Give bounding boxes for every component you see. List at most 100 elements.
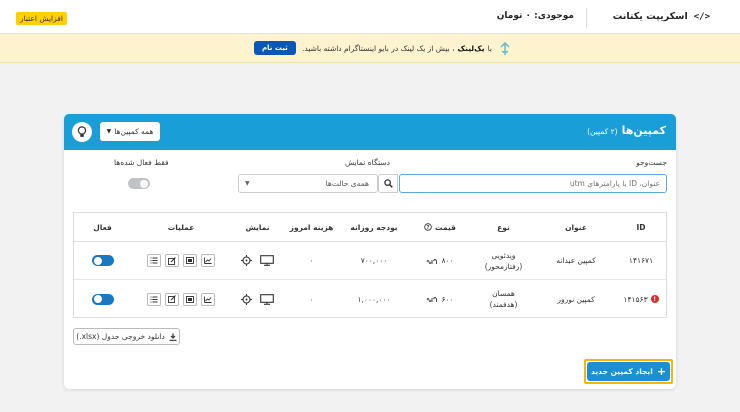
row-display	[231, 280, 284, 318]
row-title[interactable]: کمپین عیدانه	[536, 242, 616, 279]
brand-label: اسکریپت یکتانت	[612, 11, 688, 22]
toman-icon	[427, 258, 438, 264]
all-campaigns-label: همه کمپین‌ها	[114, 127, 154, 136]
page-title: کمپین‌ها (۲ کمپین)	[587, 124, 666, 137]
device-label: دستگاه نمایش	[345, 158, 390, 167]
row-type: همسان (هدفمند)	[471, 280, 536, 318]
edit-icon	[168, 256, 176, 265]
header-daily-budget: بودجه روزانه	[350, 222, 398, 232]
toman-icon	[427, 297, 438, 302]
media-button[interactable]	[183, 292, 197, 306]
campaign-count: (۲ کمپین)	[587, 127, 618, 136]
chevron-down-icon: ▼	[245, 180, 250, 187]
edit-button[interactable]	[165, 254, 179, 267]
promo-banner: با یک‌لینک ، بیش از یک لینک در بایو اینس…	[0, 34, 740, 63]
image-icon	[186, 257, 194, 264]
row-price-value: ۶۰۰	[441, 294, 454, 304]
increase-credit-button[interactable]: افزایش اعتبار	[16, 12, 67, 25]
header-price: قیمت ?	[409, 213, 471, 241]
list-button[interactable]	[147, 292, 161, 306]
card-title: کمپین‌ها	[621, 124, 666, 137]
edit-button[interactable]	[165, 292, 179, 306]
banner-suffix: ، بیش از یک لینک در بایو اینستاگرام داشت…	[302, 44, 455, 53]
register-button[interactable]: ثبت نام	[254, 41, 296, 55]
row-display	[231, 242, 284, 279]
top-bar: </> اسکریپت یکتانت موجودی: ۰ تومان افزای…	[0, 0, 740, 34]
media-button[interactable]	[183, 254, 197, 267]
table-row[interactable]: ۱۴۱۶۷۱ کمپین عیدانه ویدئویی (رفتارمحور) …	[74, 242, 666, 280]
row-title[interactable]: کمپین نوروز	[536, 280, 616, 318]
row-type-kind: همسان	[492, 289, 515, 298]
card-header: کمپین‌ها (۲ کمپین) همه کمپین‌ها ▼	[64, 114, 676, 150]
row-price: ۶۰۰	[409, 280, 471, 318]
campaigns-card: کمپین‌ها (۲ کمپین) همه کمپین‌ها ▼ جست‌وج…	[64, 114, 676, 389]
header-operations: عملیات	[167, 222, 195, 232]
list-button[interactable]	[147, 254, 161, 267]
active-only-label: فقط فعال شده‌ها	[114, 158, 169, 167]
image-icon	[186, 295, 194, 303]
header-type: نوع	[497, 222, 510, 232]
active-toggle[interactable]	[91, 255, 114, 266]
row-active	[74, 242, 131, 279]
row-type-kind: ویدئویی	[491, 250, 516, 260]
header-today-cost: هزینه امروز	[289, 222, 334, 232]
balance-text: موجودی: ۰ تومان	[496, 11, 574, 21]
table-row[interactable]: ! ۱۴۱۵۶۳ کمپین نوروز همسان (هدفمند) ۶۰۰ …	[74, 280, 666, 318]
download-xlsx-button[interactable]: دانلود خروجی جدول (xlsx.)	[73, 328, 180, 345]
code-icon: </>	[693, 11, 710, 22]
banner-link[interactable]: یک‌لینک	[458, 44, 485, 53]
search-label: جست‌وجو	[636, 158, 667, 167]
chart-line-icon	[204, 257, 212, 264]
bulb-icon[interactable]	[72, 122, 92, 142]
stats-button[interactable]	[201, 254, 215, 267]
row-operations	[131, 242, 231, 279]
banner-prefix: با	[487, 44, 492, 53]
row-today-cost: ۰	[309, 294, 314, 304]
brand[interactable]: </> اسکریپت یکتانت	[613, 11, 710, 22]
search-field[interactable]	[399, 174, 667, 193]
download-icon	[169, 333, 177, 341]
row-id: ! ۱۴۱۵۶۳	[616, 280, 666, 318]
list-icon	[150, 296, 158, 302]
target-icon	[241, 293, 252, 305]
chart-line-icon	[204, 296, 212, 303]
create-campaign-button[interactable]: + ایجاد کمپین جدید	[587, 362, 670, 381]
active-toggle[interactable]	[91, 293, 114, 305]
search-button[interactable]	[378, 174, 398, 193]
row-active	[74, 280, 131, 318]
campaigns-table: ID عنوان نوع قیمت ? بودجه روزانه هزینه ا…	[73, 212, 667, 318]
monitor-icon	[260, 255, 274, 266]
header-display: نمایش	[245, 222, 270, 232]
caret-down-icon: ▼	[106, 128, 112, 135]
list-icon	[150, 257, 158, 264]
row-id: ۱۴۱۶۷۱	[628, 256, 654, 265]
all-campaigns-dropdown[interactable]: همه کمپین‌ها ▼	[100, 122, 160, 141]
table-header: ID عنوان نوع قیمت ? بودجه روزانه هزینه ا…	[74, 213, 666, 242]
edit-icon	[168, 295, 176, 303]
header-id: ID	[636, 222, 646, 232]
svg-text:?: ?	[427, 225, 430, 231]
create-campaign-label: ایجاد کمپین جدید	[590, 367, 653, 376]
info-icon[interactable]: ?	[424, 223, 432, 231]
download-label: دانلود خروجی جدول (xlsx.)	[76, 332, 165, 341]
device-select[interactable]: همه‌ی حالت‌ها ▼	[238, 174, 378, 193]
plus-icon: +	[656, 364, 667, 378]
header-active: فعال	[93, 222, 112, 232]
toggle-knob	[93, 256, 102, 265]
header-title: عنوان	[565, 222, 587, 232]
row-daily-budget: ۷۰۰,۰۰۰	[360, 256, 388, 265]
row-price-value: ۸۰۰	[441, 256, 454, 265]
stats-button[interactable]	[201, 292, 215, 306]
row-daily-budget: ۱,۰۰۰,۰۰۰	[357, 294, 391, 304]
search-input[interactable]	[400, 175, 666, 192]
row-operations	[131, 280, 231, 318]
row-type-targeting: (رفتارمحور)	[484, 261, 523, 271]
target-icon	[241, 255, 252, 266]
active-only-toggle[interactable]	[128, 178, 150, 189]
search-icon	[383, 179, 393, 188]
price-header-label: قیمت	[435, 222, 456, 232]
banner-text: با یک‌لینک ، بیش از یک لینک در بایو اینس…	[302, 44, 492, 53]
device-select-value: همه‌ی حالت‌ها	[325, 179, 369, 188]
bulb-glyph	[77, 126, 87, 137]
error-icon[interactable]: !	[650, 295, 659, 303]
